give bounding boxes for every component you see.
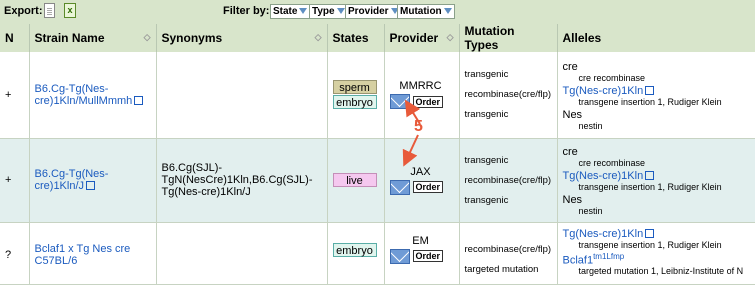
allele-superscript[interactable]: tm1Lfmp xyxy=(593,252,624,261)
strain-name-cell: B6.Cg-Tg(Nes-cre)1Kln/MullMmmh xyxy=(29,52,157,139)
synonyms-cell xyxy=(156,52,328,139)
order-button[interactable]: Order xyxy=(412,181,444,193)
alleles-cell: cre cre recombinase Tg(Nes-cre)1Kln tran… xyxy=(557,52,755,139)
mutation-type: recombinase(cre/flp) xyxy=(464,89,552,101)
allele-link[interactable]: Bclaf1 xyxy=(563,254,594,266)
filter-provider-button[interactable]: Provider xyxy=(345,4,402,19)
sort-icon[interactable]: ◇ xyxy=(315,32,322,43)
email-icon[interactable] xyxy=(389,94,410,110)
allele-desc: nestin xyxy=(578,120,603,131)
sort-icon[interactable]: ◇ xyxy=(144,32,151,43)
states-cell: embryo xyxy=(327,222,385,285)
col-alleles[interactable]: Alleles xyxy=(557,24,755,52)
alleles-cell: Tg(Nes-cre)1Kln transgene insertion 1, R… xyxy=(557,222,755,285)
states-cell: live xyxy=(327,138,385,223)
allele-name: cre xyxy=(562,146,578,158)
table-header: N Strain Name ◇ Synonyms ◇ States Provider… xyxy=(0,24,755,52)
provider-cell: EM Order xyxy=(384,222,460,285)
email-icon[interactable] xyxy=(389,248,410,264)
mutation-types-cell: recombinase(cre/flp) targeted mutation xyxy=(459,222,558,285)
col-synonyms[interactable]: Synonyms ◇ xyxy=(156,24,328,52)
col-provider[interactable]: Provider ◇ xyxy=(384,24,460,52)
strain-link[interactable]: B6.Cg-Tg(Nes-cre)1Kln/J xyxy=(35,168,109,192)
external-link-icon[interactable] xyxy=(645,228,655,238)
filter-mutation-button[interactable]: Mutation xyxy=(397,4,455,19)
col-mutation-types[interactable]: Mutation Types xyxy=(459,24,558,52)
dropdown-icon xyxy=(299,8,308,15)
filter-state-button[interactable]: State xyxy=(270,4,311,19)
filter-type-button[interactable]: Type xyxy=(309,4,348,19)
filter-label: Filter by: xyxy=(223,5,270,17)
allele-desc: transgene insertion 1, Rudiger Klein xyxy=(578,239,722,250)
order-button[interactable]: Order xyxy=(412,250,444,262)
allele-name: Nes xyxy=(562,108,583,121)
dropdown-icon xyxy=(443,8,452,15)
strain-name-cell: B6.Cg-Tg(Nes-cre)1Kln/J xyxy=(29,138,157,223)
table-row: ? Bclaf1 x Tg Nes cre C57BL/6 embryo EM … xyxy=(0,222,755,285)
strain-name-cell: Bclaf1 x Tg Nes cre C57BL/6 xyxy=(29,222,157,285)
mutation-type: transgenic xyxy=(464,109,509,121)
mutation-type: targeted mutation xyxy=(464,263,539,275)
external-link-icon[interactable] xyxy=(645,171,655,180)
allele-link[interactable]: Tg(Nes-cre)1Kln xyxy=(563,228,644,240)
export-text-icon[interactable] xyxy=(44,3,55,18)
col-strain-name[interactable]: Strain Name ◇ xyxy=(29,24,157,52)
synonyms-cell xyxy=(156,222,328,285)
sort-icon[interactable]: ◇ xyxy=(447,32,454,43)
provider-name: MMRRC xyxy=(399,80,442,93)
mutation-type: recombinase(cre/flp) xyxy=(464,174,552,186)
col-n[interactable]: N xyxy=(0,24,30,52)
strain-link[interactable]: Bclaf1 x Tg Nes cre C57BL/6 xyxy=(35,243,131,267)
table-row: + B6.Cg-Tg(Nes-cre)1Kln/J B6.Cg(SJL)-TgN… xyxy=(0,138,755,223)
allele-name: Nes xyxy=(562,194,583,206)
mutation-types-cell: transgenic recombinase(cre/flp) transgen… xyxy=(459,52,558,139)
strain-link[interactable]: B6.Cg-Tg(Nes-cre)1Kln/MullMmmh xyxy=(35,83,133,107)
states-cell: sperm embryo xyxy=(327,52,385,139)
provider-cell: JAX Order xyxy=(384,138,460,223)
annotation-label: 5 xyxy=(414,118,423,135)
col-states[interactable]: States xyxy=(327,24,385,52)
synonyms-cell: B6.Cg(SJL)-TgN(NesCre)1Kln,B6.Cg(SJL)-Tg… xyxy=(156,138,328,223)
allele-desc: cre recombinase xyxy=(578,72,646,83)
mutation-types-cell: transgenic recombinase(cre/flp) transgen… xyxy=(459,138,558,223)
allele-desc: transgene insertion 1, Rudiger Klein xyxy=(578,96,722,107)
toolbar: Export: x Filter by: State Type Provider… xyxy=(0,0,755,24)
allele-desc: cre recombinase xyxy=(578,158,646,168)
export-label: Export: xyxy=(4,5,43,17)
alleles-cell: cre cre recombinase Tg(Nes-cre)1Kln tran… xyxy=(557,138,755,223)
row-n: ? xyxy=(0,222,30,285)
mutation-type: recombinase(cre/flp) xyxy=(464,243,552,255)
export-excel-icon[interactable]: x xyxy=(64,3,76,18)
dropdown-icon xyxy=(336,8,345,15)
order-button[interactable]: Order xyxy=(412,95,444,108)
state-badge: embryo xyxy=(332,94,377,109)
allele-link[interactable]: Tg(Nes-cre)1Kln xyxy=(563,85,644,97)
external-link-icon[interactable] xyxy=(645,85,655,95)
strain-table: N Strain Name ◇ Synonyms ◇ States Provider… xyxy=(0,24,755,285)
external-link-icon[interactable] xyxy=(134,95,144,105)
email-icon[interactable] xyxy=(389,179,410,195)
row-n: + xyxy=(0,52,30,139)
allele-name: cre xyxy=(562,60,578,73)
mutation-type: transgenic xyxy=(464,194,509,206)
state-badge: live xyxy=(332,172,377,187)
external-link-icon[interactable] xyxy=(86,181,96,190)
row-n: + xyxy=(0,138,30,223)
state-badge: sperm xyxy=(332,79,377,94)
mutation-type: transgenic xyxy=(464,69,509,81)
provider-name: EM xyxy=(412,234,429,247)
allele-link[interactable]: Tg(Nes-cre)1Kln xyxy=(563,170,644,182)
state-badge: embryo xyxy=(332,242,377,257)
allele-desc: targeted mutation 1, Leibniz-Institute o… xyxy=(578,266,744,277)
allele-desc: transgene insertion 1, Rudiger Klein xyxy=(578,182,722,192)
allele-desc: nestin xyxy=(578,206,603,216)
mutation-type: transgenic xyxy=(464,154,509,166)
table-row: + B6.Cg-Tg(Nes-cre)1Kln/MullMmmh sperm e… xyxy=(0,52,755,139)
provider-name: JAX xyxy=(410,165,431,178)
